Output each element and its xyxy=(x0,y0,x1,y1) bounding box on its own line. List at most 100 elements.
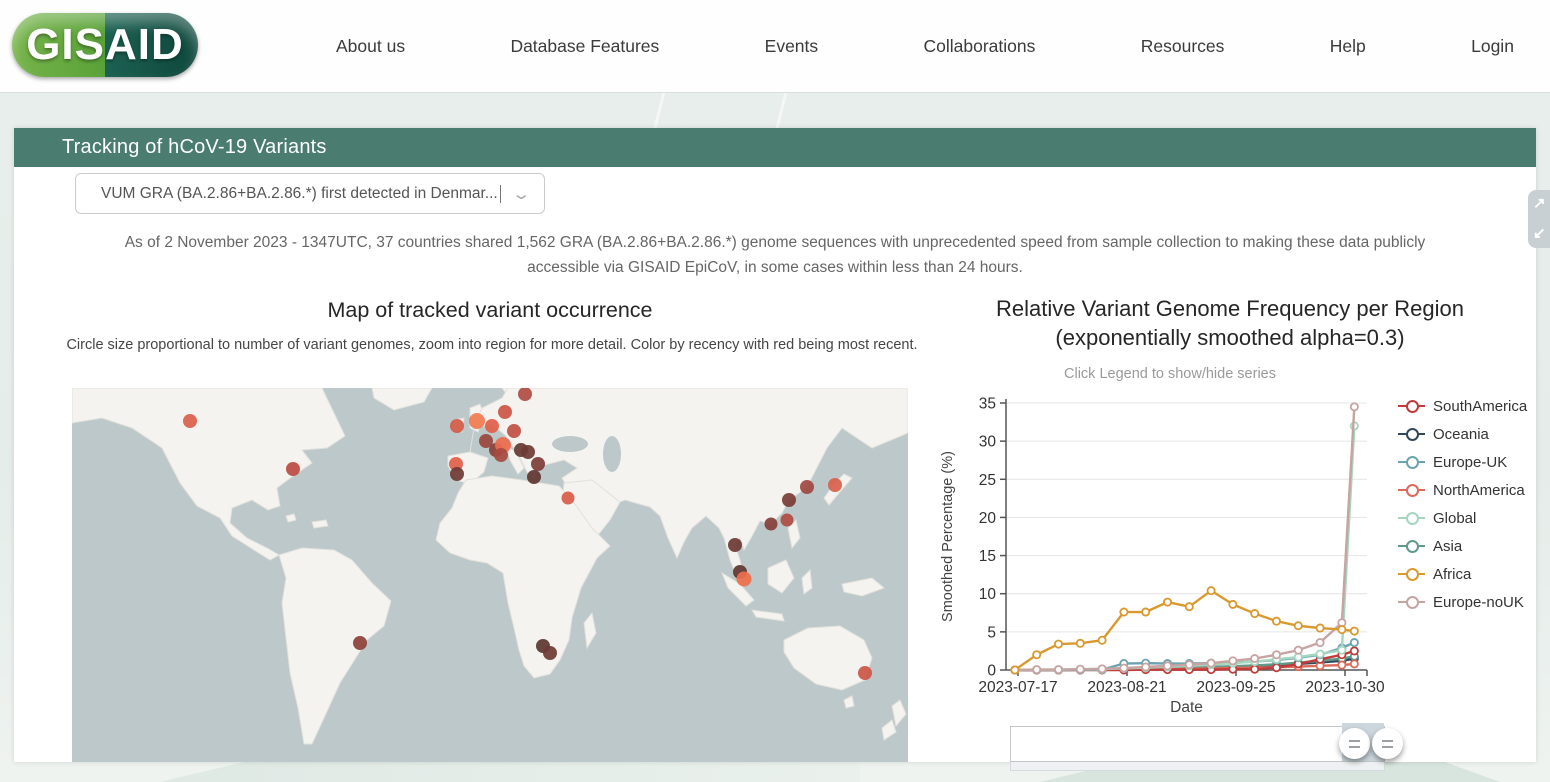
nav-item-help[interactable]: Help xyxy=(1324,26,1372,67)
legend-item-SouthAmerica[interactable]: SouthAmerica xyxy=(1398,392,1538,420)
data-point-Africa[interactable] xyxy=(1271,616,1281,626)
map-marker-japan[interactable] xyxy=(828,478,842,492)
data-point-Europe-UK[interactable] xyxy=(1349,638,1359,648)
map-marker-china-east[interactable] xyxy=(782,493,796,507)
map-marker-romania[interactable] xyxy=(531,457,545,471)
background-shape xyxy=(160,762,860,782)
slider-handle-right[interactable] xyxy=(1372,728,1403,759)
data-point-Europe-noUK[interactable] xyxy=(1206,658,1216,668)
resize-diagonal-arrows-icon[interactable]: ↗ ↙ xyxy=(1528,190,1550,248)
data-point-NorthAmerica[interactable] xyxy=(1349,659,1359,669)
map-marker-south-africa-2[interactable] xyxy=(543,646,557,660)
data-point-Europe-noUK[interactable] xyxy=(1271,650,1281,660)
data-point-Europe-noUK[interactable] xyxy=(1119,663,1129,673)
map-marker-taiwan[interactable] xyxy=(780,513,794,527)
x-axis-label: Date xyxy=(1170,699,1203,716)
data-point-SouthAmerica[interactable] xyxy=(1271,663,1281,673)
variant-dropdown[interactable]: VUM GRA (BA.2.86+BA.2.86.*) first detect… xyxy=(75,173,545,214)
data-point-Europe-noUK[interactable] xyxy=(1293,645,1303,655)
series-line-Global[interactable] xyxy=(1013,424,1356,672)
map-marker-greece[interactable] xyxy=(527,470,541,484)
map-marker-hong-kong[interactable] xyxy=(764,517,778,531)
data-point-Africa[interactable] xyxy=(1162,597,1172,607)
data-point-Africa[interactable] xyxy=(1337,625,1347,635)
nav-item-resources[interactable]: Resources xyxy=(1135,26,1231,67)
nav-item-events[interactable]: Events xyxy=(759,26,825,67)
map-marker-austria-2[interactable] xyxy=(521,445,535,459)
gisaid-logo[interactable]: GISAID xyxy=(12,13,198,77)
map-marker-denmark[interactable] xyxy=(498,405,512,419)
data-point-Europe-noUK[interactable] xyxy=(1349,402,1359,412)
data-point-Europe-noUK[interactable] xyxy=(1250,654,1260,664)
map-marker-us-northeast[interactable] xyxy=(286,462,300,476)
data-point-Europe-noUK[interactable] xyxy=(1162,661,1172,671)
legend-item-Global[interactable]: Global xyxy=(1398,504,1538,532)
legend-label: Oceania xyxy=(1433,425,1489,443)
data-point-Europe-noUK[interactable] xyxy=(1053,665,1063,675)
world-map[interactable] xyxy=(72,388,908,762)
legend-item-NorthAmerica[interactable]: NorthAmerica xyxy=(1398,476,1538,504)
nav-item-collaborations[interactable]: Collaborations xyxy=(918,26,1042,67)
data-point-Africa[interactable] xyxy=(1032,650,1042,660)
frequency-chart[interactable]: 0 5 10 15 20 25 30 35 2023-07-17 2023-08-21 2023-0… xyxy=(930,388,1405,720)
content-panel: Tracking of hCoV-19 Variants VUM GRA (BA… xyxy=(14,128,1538,771)
data-point-Global[interactable] xyxy=(1315,649,1325,659)
legend-item-Africa[interactable]: Africa xyxy=(1398,560,1538,588)
data-point-Africa[interactable] xyxy=(1097,635,1107,645)
map-marker-germany-north[interactable] xyxy=(507,424,521,438)
nav-item-database-features[interactable]: Database Features xyxy=(504,26,665,67)
series-line-Europe-noUK[interactable] xyxy=(1013,405,1356,672)
map-marker-canada[interactable] xyxy=(183,414,197,428)
map-marker-uk[interactable] xyxy=(469,413,485,429)
data-point-Africa[interactable] xyxy=(1315,623,1325,633)
data-point-Africa[interactable] xyxy=(1053,639,1063,649)
data-point-Europe-noUK[interactable] xyxy=(1141,662,1151,672)
map-marker-thailand[interactable] xyxy=(728,538,742,552)
map-marker-singapore[interactable] xyxy=(736,571,752,587)
data-point-Global[interactable] xyxy=(1337,645,1347,655)
data-point-Africa[interactable] xyxy=(1293,621,1303,631)
data-point-Europe-noUK[interactable] xyxy=(1097,664,1107,674)
data-point-Africa[interactable] xyxy=(1184,602,1194,612)
legend-item-Europe-noUK[interactable]: Europe-noUK xyxy=(1398,588,1538,616)
data-point-Africa[interactable] xyxy=(1228,599,1238,609)
data-point-Africa[interactable] xyxy=(1206,586,1216,596)
map-marker-portugal-south[interactable] xyxy=(450,467,464,481)
map-marker-brazil[interactable] xyxy=(353,636,367,650)
chevron-down-icon[interactable]: ⌄ xyxy=(512,185,532,203)
legend-label: Asia xyxy=(1433,537,1463,555)
data-point-Europe-noUK[interactable] xyxy=(1184,660,1194,670)
page-title-bar: Tracking of hCoV-19 Variants xyxy=(14,128,1536,167)
data-point-NorthAmerica[interactable] xyxy=(1337,660,1347,670)
map-marker-switzerland[interactable] xyxy=(494,448,508,462)
data-point-Africa[interactable] xyxy=(1010,665,1020,675)
data-point-Africa[interactable] xyxy=(1075,638,1085,648)
legend-item-Europe-UK[interactable]: Europe-UK xyxy=(1398,448,1538,476)
data-point-Europe-noUK[interactable] xyxy=(1228,656,1238,666)
date-range-slider[interactable] xyxy=(1010,723,1385,762)
y-tick-label: 5 xyxy=(987,624,996,641)
legend-item-Asia[interactable]: Asia xyxy=(1398,532,1538,560)
nav-item-login[interactable]: Login xyxy=(1465,26,1520,67)
nav-item-about-us[interactable]: About us xyxy=(330,26,411,67)
data-point-SouthAmerica[interactable] xyxy=(1250,664,1260,674)
data-point-Africa[interactable] xyxy=(1119,607,1129,617)
data-point-Europe-noUK[interactable] xyxy=(1315,638,1325,648)
data-point-Africa[interactable] xyxy=(1141,607,1151,617)
data-point-Europe-noUK[interactable] xyxy=(1075,664,1085,674)
map-marker-australia[interactable] xyxy=(858,666,872,680)
map-marker-israel[interactable] xyxy=(561,491,575,505)
legend-marker-icon xyxy=(1398,512,1425,525)
map-marker-ireland[interactable] xyxy=(450,419,464,433)
map-marker-netherlands[interactable] xyxy=(485,419,499,433)
data-point-Africa[interactable] xyxy=(1250,609,1260,619)
map-marker-south-korea[interactable] xyxy=(800,480,814,494)
y-tick-label: 15 xyxy=(979,548,996,565)
data-point-SouthAmerica[interactable] xyxy=(1349,646,1359,656)
legend-item-Oceania[interactable]: Oceania xyxy=(1398,420,1538,448)
y-tick-label: 35 xyxy=(979,396,996,413)
main-nav: About us Database Features Events Collabora… xyxy=(330,0,1520,92)
data-point-Africa[interactable] xyxy=(1349,626,1359,636)
data-point-Europe-noUK[interactable] xyxy=(1032,665,1042,675)
slider-handle-left[interactable] xyxy=(1339,728,1370,759)
